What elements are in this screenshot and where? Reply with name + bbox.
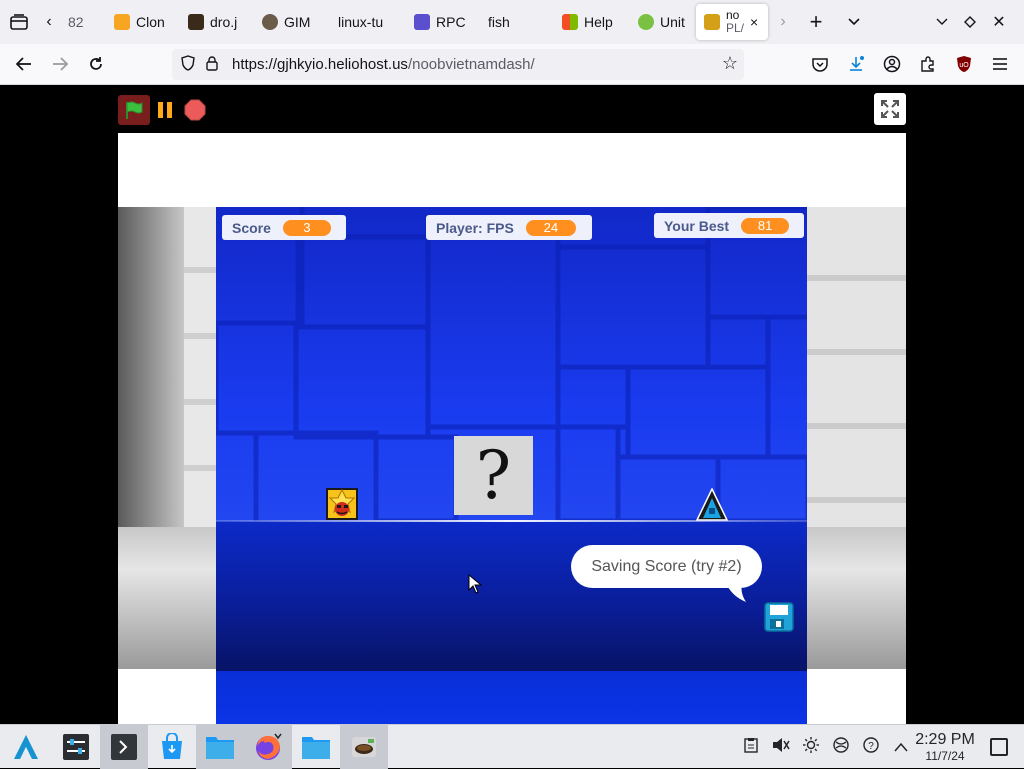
fps-value: 24 (525, 219, 576, 236)
game-favicon-icon (704, 14, 720, 30)
rpc-favicon-icon (414, 14, 430, 30)
saving-score-speech-bubble: Saving Score (try #2) (571, 545, 762, 588)
stop-button[interactable] (180, 95, 210, 125)
fullscreen-button[interactable] (874, 93, 906, 125)
arrow-left-icon[interactable] (6, 48, 42, 80)
app-launcher-icon[interactable] (0, 725, 52, 769)
clone-favicon-icon (114, 14, 130, 30)
tab-active-noob[interactable]: no PL/ × (696, 4, 768, 40)
pause-icon (158, 102, 172, 118)
pause-button[interactable] (150, 95, 180, 125)
reload-icon[interactable] (78, 48, 114, 80)
fullscreen-icon (881, 100, 899, 118)
green-flag-button[interactable] (118, 95, 150, 125)
window-close-icon[interactable]: ✕ (984, 4, 1014, 40)
discover-icon[interactable] (148, 725, 196, 769)
tab-rpc[interactable]: RPC (406, 4, 480, 40)
close-tab-icon[interactable]: × (750, 14, 758, 30)
list-all-tabs-icon[interactable] (834, 4, 874, 40)
tab-fish[interactable]: fish (480, 4, 554, 40)
mouse-cursor-icon (468, 574, 482, 594)
clipboard-icon[interactable] (736, 737, 766, 757)
new-tab-icon[interactable]: + (798, 4, 834, 40)
bookmark-star-icon[interactable]: ☆ (722, 53, 738, 74)
microsoft-favicon-icon (562, 14, 578, 30)
tab-82[interactable]: 82 (60, 4, 106, 40)
url-text: https://gjhkyio.heliohost.us/noobvietnam… (232, 56, 535, 73)
files-icon[interactable] (196, 724, 244, 769)
settings-icon[interactable] (52, 725, 100, 769)
clock[interactable]: 2:29 PM 11/7/24 (912, 731, 978, 763)
save-floppy-icon (764, 602, 794, 632)
firefox-icon[interactable] (244, 724, 292, 769)
tea-icon[interactable] (340, 724, 388, 769)
ublock-origin-icon[interactable]: uO (946, 48, 982, 80)
score-value: 3 (282, 219, 331, 236)
tab-list-icon[interactable] (0, 4, 38, 40)
system-tray: ? (736, 725, 916, 769)
window-minimize-icon[interactable] (928, 4, 956, 40)
account-icon[interactable] (874, 48, 910, 80)
scroll-tabs-left-icon[interactable]: ‹ (38, 4, 60, 40)
dro-favicon-icon (188, 14, 204, 30)
extensions-puzzle-icon[interactable] (910, 48, 946, 80)
background-blocks-right (806, 207, 906, 527)
ground-bottom-strip (216, 671, 807, 724)
score-hud: Score 3 (222, 215, 346, 240)
tab-gimp[interactable]: GIM (254, 4, 330, 40)
hamburger-menu-icon[interactable] (982, 48, 1018, 80)
tab-linux-tu[interactable]: linux-tu (330, 4, 406, 40)
network-icon[interactable] (826, 737, 856, 757)
tab-clone[interactable]: Clon (106, 4, 180, 40)
pocket-icon[interactable] (802, 48, 838, 80)
mystery-block: ? (454, 436, 533, 515)
downloads-icon[interactable] (838, 48, 874, 80)
player-cube-icon (326, 488, 358, 520)
best-score-value: 81 (741, 217, 790, 234)
scroll-tabs-right-icon[interactable]: › (768, 4, 798, 40)
folder-icon[interactable] (292, 725, 340, 769)
tab-bar: ‹ 82 Clon dro.j GIM linux-tu RPC fish He… (0, 0, 1024, 44)
ground (216, 521, 807, 671)
svg-text:?: ? (868, 741, 874, 752)
project-controls (118, 95, 210, 125)
window-restore-icon[interactable] (956, 4, 984, 40)
volume-muted-icon[interactable] (766, 737, 796, 757)
green-flag-icon (126, 101, 143, 119)
navigation-bar: https://gjhkyio.heliohost.us/noobvietnam… (0, 44, 1024, 85)
lock-icon[interactable] (200, 55, 224, 74)
unit-favicon-icon (638, 14, 654, 30)
show-desktop-icon[interactable] (990, 738, 1008, 756)
taskbar: ? 2:29 PM 11/7/24 (0, 724, 1024, 769)
address-bar[interactable]: https://gjhkyio.heliohost.us/noobvietnam… (172, 49, 744, 80)
svg-text:uO: uO (959, 62, 969, 69)
game-viewport[interactable]: Score 3 Player: FPS 24 Your Best 81 ? Sa… (216, 207, 807, 724)
tab-dro[interactable]: dro.j (180, 4, 254, 40)
best-score-hud: Your Best 81 (654, 213, 804, 238)
game-stage[interactable]: Score 3 Player: FPS 24 Your Best 81 ? Sa… (118, 133, 906, 724)
tab-unit[interactable]: Unit (630, 4, 696, 40)
gimp-favicon-icon (262, 14, 278, 30)
brightness-icon[interactable] (796, 737, 826, 757)
tab-help[interactable]: Help (554, 4, 630, 40)
stop-octagon-icon (184, 99, 206, 121)
help-icon[interactable]: ? (856, 737, 886, 757)
speech-bubble-tail (724, 583, 746, 602)
spike-hazard-icon (696, 488, 728, 521)
fps-hud: Player: FPS 24 (426, 215, 592, 240)
terminal-icon[interactable] (100, 724, 148, 769)
page-content: Score 3 Player: FPS 24 Your Best 81 ? Sa… (0, 85, 1024, 724)
toolbar-extensions: uO (802, 48, 1018, 80)
arrow-right-icon[interactable] (42, 48, 78, 80)
background-blocks-left (184, 207, 218, 527)
tracking-shield-icon[interactable] (176, 55, 200, 74)
